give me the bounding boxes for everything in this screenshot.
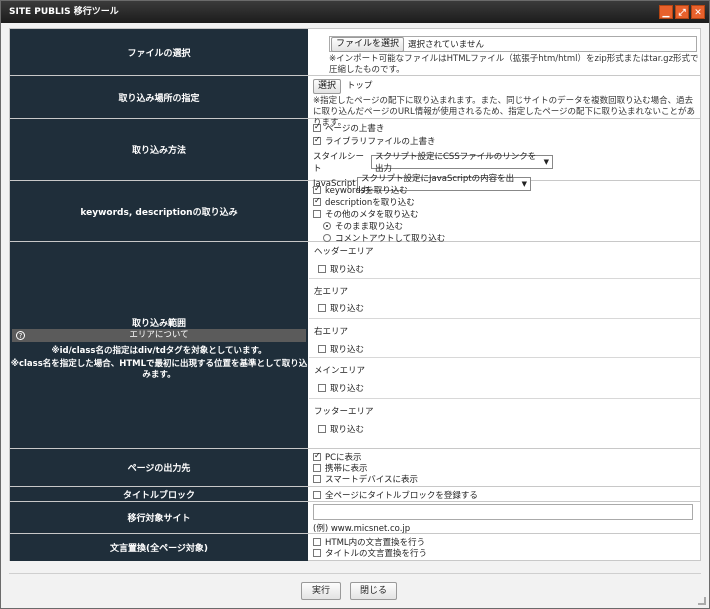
resize-handle[interactable] (698, 597, 706, 605)
import-right-option[interactable]: 取り込む (318, 343, 364, 355)
import-range-label: 取り込み範囲 (131, 319, 186, 329)
import-header-checkbox[interactable] (318, 264, 326, 273)
window-title: SITE PUBLIS 移行ツール (9, 7, 119, 17)
import-main-option[interactable]: 取り込む (318, 382, 364, 394)
import-header-option[interactable]: 取り込む (318, 263, 364, 275)
html-replace-checkbox[interactable] (313, 537, 321, 546)
help-icon: ? (16, 331, 25, 340)
about-note-2: ※class名を指定した場合、HTMLで最初に出現する位置を基準として取り込みま… (10, 359, 308, 380)
area-title-right: 右エリア (314, 327, 349, 337)
location-value: トップ (346, 81, 373, 91)
pc-option[interactable]: PCに表示 (313, 451, 696, 463)
as-is-option[interactable]: そのまま取り込む (313, 220, 696, 232)
output-target-label: ページの出力先 (10, 449, 308, 486)
maximize-icon[interactable]: ⤢ (675, 5, 689, 19)
row-import-location: 取り込み場所の指定 選択 トップ ※指定したページの配下に取り込まれます。また、… (10, 76, 700, 128)
file-input[interactable]: ファイルを選択 選択されていません (329, 36, 697, 52)
target-site-label: 移行対象サイト (10, 502, 308, 533)
close-icon[interactable]: ✕ (691, 5, 705, 19)
title-replace-checkbox[interactable] (313, 548, 321, 557)
row-import-range: 取り込み範囲 ? エリアについて ※id/class名の指定はdiv/tdタグを… (10, 242, 700, 449)
keywords-checkbox[interactable] (313, 184, 321, 194)
overwrite-library-option[interactable]: ライブラリファイルの上書き (313, 135, 696, 147)
file-note: ※インポート可能なファイルはHTMLファイル（拡張子htm/html）をzip形… (329, 54, 699, 75)
comment-out-radio[interactable] (323, 233, 331, 242)
smart-device-option[interactable]: スマートデバイスに表示 (313, 473, 696, 485)
window-titlebar: SITE PUBLIS 移行ツール ▁ ⤢ ✕ (1, 1, 709, 23)
import-location-label: 取り込み場所の指定 (10, 76, 308, 118)
title-block-checkbox[interactable] (313, 490, 321, 499)
row-title-block: タイトルブロック 全ページにタイトルブロックを登録する (10, 487, 700, 502)
about-note-1: ※id/class名の指定はdiv/tdタグを対象としています。 (51, 346, 267, 356)
stylesheet-label: スタイルシート (313, 152, 365, 174)
select-location-button[interactable]: 選択 (313, 79, 342, 94)
mobile-option[interactable]: 携帯に表示 (313, 462, 696, 474)
area-title-left: 左エリア (314, 287, 349, 297)
area-title-header: ヘッダーエリア (314, 247, 374, 257)
target-site-example: (例) www.micsnet.co.jp (313, 524, 411, 534)
description-option[interactable]: descriptionを取り込む (313, 196, 696, 208)
choose-file-button[interactable]: ファイルを選択 (331, 36, 405, 52)
footer-divider (9, 573, 701, 574)
area-title-main: メインエリア (314, 366, 366, 376)
minimize-icon[interactable]: ▁ (659, 5, 673, 19)
target-site-input[interactable] (313, 504, 693, 520)
row-target-site: 移行対象サイト (例) www.micsnet.co.jp (10, 502, 700, 534)
import-left-option[interactable]: 取り込む (318, 302, 364, 314)
mobile-checkbox[interactable] (313, 463, 321, 472)
area-title-footer: フッターエリア (314, 407, 374, 417)
close-button[interactable]: 閉じる (350, 582, 397, 600)
title-replace-option[interactable]: タイトルの文言置換を行う (313, 547, 696, 559)
row-meta-import: keywords, descriptionの取り込み keywordsを取り込む… (10, 181, 700, 244)
pc-checkbox[interactable] (313, 451, 321, 461)
about-areas-header[interactable]: ? エリアについて (12, 329, 306, 342)
stylesheet-select[interactable]: スクリプト設定にCSSファイルのリンクを出力 ▼ (371, 152, 553, 174)
overwrite-library-checkbox[interactable] (313, 135, 321, 145)
row-import-method: 取り込み方法 ページの上書き ライブラリファイルの上書き スタイルシート スクリ… (10, 119, 700, 196)
text-replace-label: 文言置換(全ページ対象) (10, 534, 308, 561)
file-select-label: ファイルの選択 (10, 29, 308, 75)
overwrite-page-option[interactable]: ページの上書き (313, 122, 696, 134)
overwrite-page-checkbox[interactable] (313, 122, 321, 132)
chevron-down-icon: ▼ (543, 158, 549, 166)
import-footer-option[interactable]: 取り込む (318, 423, 364, 435)
import-method-label: 取り込み方法 (10, 119, 308, 180)
file-status: 選択されていません (408, 40, 485, 50)
other-meta-option[interactable]: その他のメタを取り込む (313, 208, 696, 220)
import-left-checkbox[interactable] (318, 303, 326, 312)
row-file-select: ファイルの選択 ファイルを選択 選択されていません ※インポート可能なファイルは… (10, 29, 700, 76)
description-checkbox[interactable] (313, 196, 321, 206)
import-right-checkbox[interactable] (318, 344, 326, 353)
import-footer-checkbox[interactable] (318, 424, 326, 433)
row-text-replace: 文言置換(全ページ対象) HTML内の文言置換を行う タイトルの文言置換を行う (10, 534, 700, 561)
run-button[interactable]: 実行 (301, 582, 341, 600)
title-block-label: タイトルブロック (10, 487, 308, 501)
meta-import-label: keywords, descriptionの取り込み (10, 181, 308, 241)
title-block-option[interactable]: 全ページにタイトルブロックを登録する (313, 489, 696, 501)
row-output-target: ページの出力先 PCに表示 携帯に表示 スマートデバイスに表示 (10, 449, 700, 487)
keywords-option[interactable]: keywordsを取り込む (313, 184, 696, 196)
other-meta-checkbox[interactable] (313, 209, 321, 218)
import-main-checkbox[interactable] (318, 383, 326, 392)
migration-tool-window: SITE PUBLIS 移行ツール ▁ ⤢ ✕ ファイルの選択 ファイルを選択 … (0, 0, 710, 609)
html-replace-option[interactable]: HTML内の文言置換を行う (313, 536, 696, 548)
window-controls: ▁ ⤢ ✕ (659, 5, 705, 19)
as-is-radio[interactable] (323, 221, 331, 230)
smart-device-checkbox[interactable] (313, 474, 321, 483)
settings-form: ファイルの選択 ファイルを選択 選択されていません ※インポート可能なファイルは… (9, 28, 701, 561)
